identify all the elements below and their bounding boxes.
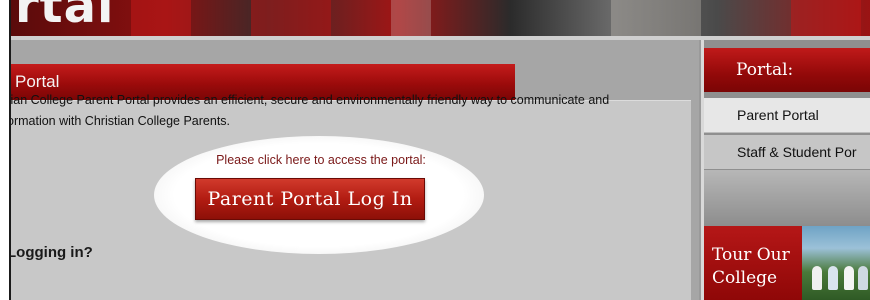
sidebar-header: Portal: [704,48,870,92]
page-frame: rtal Portal tian College Parent Portal p… [9,0,870,300]
site-banner: rtal [11,0,870,36]
banner-title: rtal [15,0,115,34]
sidebar-item-parent-portal[interactable]: Parent Portal [704,98,870,133]
intro-text: tian College Parent Portal provides an e… [9,90,697,132]
tour-college-link[interactable]: Tour Our College [704,226,870,300]
intro-line-2: ormation with Christian College Parents. [9,114,231,128]
intro-line-1: tian College Parent Portal provides an e… [9,93,610,107]
parent-portal-login-button[interactable]: Parent Portal Log In [195,178,425,220]
sidebar-item-label: Staff & Student Por [737,144,857,160]
sidebar-header-title: Portal: [736,60,794,80]
access-prompt: Please click here to access the portal: [216,153,426,167]
sidebar: Portal: Parent Portal Staff & Student Po… [701,40,870,300]
logging-in-heading: Logging in? [9,244,93,261]
portal-title: Portal [15,72,60,91]
sidebar-spacer [704,170,870,230]
sidebar-item-label: Parent Portal [737,107,819,123]
tour-line-1: Tour Our [712,245,790,265]
tour-photo [802,226,870,300]
tour-text: Tour Our College [712,244,792,290]
tour-line-2: College [712,268,778,288]
sidebar-item-staff-student-portal[interactable]: Staff & Student Por [704,135,870,169]
